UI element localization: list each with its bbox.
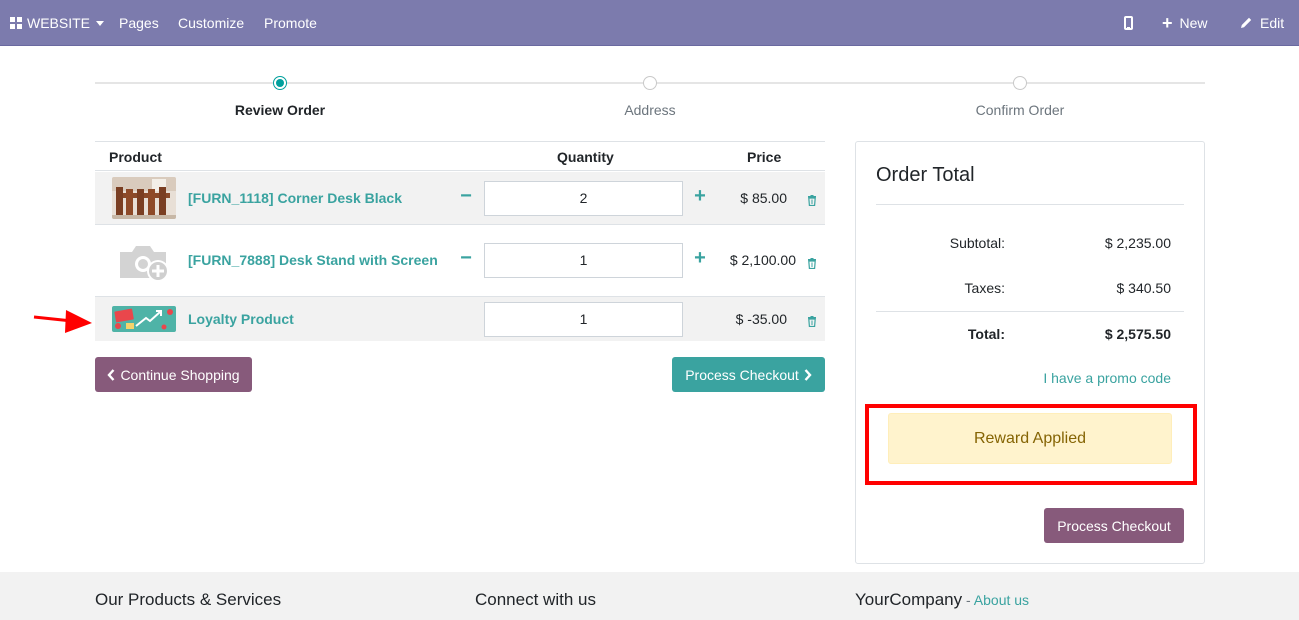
website-menu-button[interactable]: WEBSITE bbox=[10, 0, 105, 46]
continue-shopping-button[interactable]: Continue Shopping bbox=[95, 357, 252, 392]
step-review-label: Review Order bbox=[234, 102, 326, 118]
total-value: $ 2,575.50 bbox=[1104, 326, 1171, 342]
footer-products-heading: Our Products & Services bbox=[95, 590, 282, 609]
footer: Our Products & Services Connect with us … bbox=[0, 572, 1299, 620]
edit-label: Edit bbox=[1260, 15, 1285, 31]
line-price: $ -35.00 bbox=[735, 311, 787, 327]
line-price: $ 2,100.00 bbox=[729, 252, 796, 268]
quantity-input[interactable]: 1 bbox=[484, 243, 683, 278]
website-menu-label: WEBSITE bbox=[27, 15, 91, 31]
footer-separator: - bbox=[962, 592, 974, 608]
card-process-checkout-button[interactable]: Process Checkout bbox=[1044, 508, 1184, 543]
apps-grid-icon bbox=[10, 17, 22, 29]
product-link[interactable]: Loyalty Product bbox=[188, 311, 294, 327]
trash-icon[interactable] bbox=[807, 314, 817, 328]
top-navbar: WEBSITE Pages Customize Promote + New Ed… bbox=[0, 0, 1299, 46]
process-checkout-label: Process Checkout bbox=[685, 366, 799, 383]
product-placeholder-camera-icon[interactable] bbox=[112, 238, 176, 280]
nav-pages[interactable]: Pages bbox=[119, 0, 159, 46]
nav-customize[interactable]: Customize bbox=[178, 0, 244, 46]
cart-row: [FURN_7888] Desk Stand with Screen − 1 +… bbox=[95, 225, 825, 297]
cart-row: Loyalty Product 1 $ -35.00 bbox=[95, 297, 825, 341]
chevron-right-icon bbox=[804, 368, 812, 381]
line-price: $ 85.00 bbox=[740, 190, 787, 206]
decrease-quantity-icon[interactable]: − bbox=[459, 247, 473, 270]
product-link[interactable]: [FURN_1118] Corner Desk Black bbox=[188, 190, 402, 206]
increase-quantity-icon[interactable]: + bbox=[693, 247, 707, 270]
product-image-loyalty[interactable] bbox=[112, 306, 176, 332]
footer-connect-heading: Connect with us bbox=[475, 590, 596, 609]
process-checkout-button[interactable]: Process Checkout bbox=[672, 357, 825, 392]
edit-button[interactable]: Edit bbox=[1239, 0, 1284, 46]
step-confirm-label: Confirm Order bbox=[975, 102, 1065, 118]
subtotal-label: Subtotal: bbox=[949, 235, 1005, 251]
cart-row: [FURN_1118] Corner Desk Black − 2 + $ 85… bbox=[95, 172, 825, 225]
pencil-icon bbox=[1239, 16, 1253, 30]
product-link[interactable]: [FURN_7888] Desk Stand with Screen bbox=[188, 252, 438, 268]
column-product: Product bbox=[109, 149, 162, 165]
mobile-preview-button[interactable] bbox=[1124, 0, 1133, 46]
promo-code-link[interactable]: I have a promo code bbox=[1043, 370, 1171, 386]
plus-icon: + bbox=[1162, 13, 1173, 33]
footer-company: YourCompany - About us bbox=[855, 590, 1029, 610]
continue-shopping-label: Continue Shopping bbox=[120, 366, 240, 383]
order-total-title: Order Total bbox=[876, 164, 975, 186]
divider bbox=[876, 204, 1184, 205]
increase-quantity-icon[interactable]: + bbox=[693, 185, 707, 208]
mobile-phone-icon bbox=[1124, 16, 1133, 30]
reward-applied-alert: Reward Applied bbox=[888, 413, 1172, 464]
product-image-desk[interactable] bbox=[112, 177, 176, 219]
trash-icon[interactable] bbox=[807, 256, 817, 270]
quantity-input[interactable]: 2 bbox=[484, 181, 683, 216]
step-confirm-dot bbox=[1013, 76, 1027, 90]
footer-company-name: YourCompany bbox=[855, 590, 963, 609]
trash-icon[interactable] bbox=[807, 193, 817, 207]
subtotal-value: $ 2,235.00 bbox=[1104, 235, 1171, 251]
about-us-link[interactable]: About us bbox=[974, 592, 1029, 608]
chevron-left-icon bbox=[107, 368, 115, 381]
nav-promote[interactable]: Promote bbox=[264, 0, 317, 46]
step-review-dot bbox=[273, 76, 287, 90]
decrease-quantity-icon[interactable]: − bbox=[459, 185, 473, 208]
new-label: New bbox=[1179, 15, 1208, 31]
taxes-label: Taxes: bbox=[964, 280, 1005, 296]
divider bbox=[876, 311, 1184, 312]
column-quantity: Quantity bbox=[557, 149, 614, 165]
total-label: Total: bbox=[967, 326, 1005, 342]
new-button[interactable]: + New bbox=[1162, 0, 1208, 46]
quantity-input[interactable]: 1 bbox=[484, 302, 683, 337]
order-total-card: Order Total Subtotal: $ 2,235.00 Taxes: … bbox=[855, 141, 1205, 564]
step-address-label: Address bbox=[624, 102, 676, 118]
arrow-icon bbox=[32, 307, 94, 340]
cart-table-header: Product Quantity Price bbox=[95, 141, 825, 171]
column-price: Price bbox=[747, 149, 782, 165]
step-address-dot bbox=[643, 76, 657, 90]
chevron-down-icon bbox=[96, 20, 105, 26]
taxes-value: $ 340.50 bbox=[1116, 280, 1172, 296]
